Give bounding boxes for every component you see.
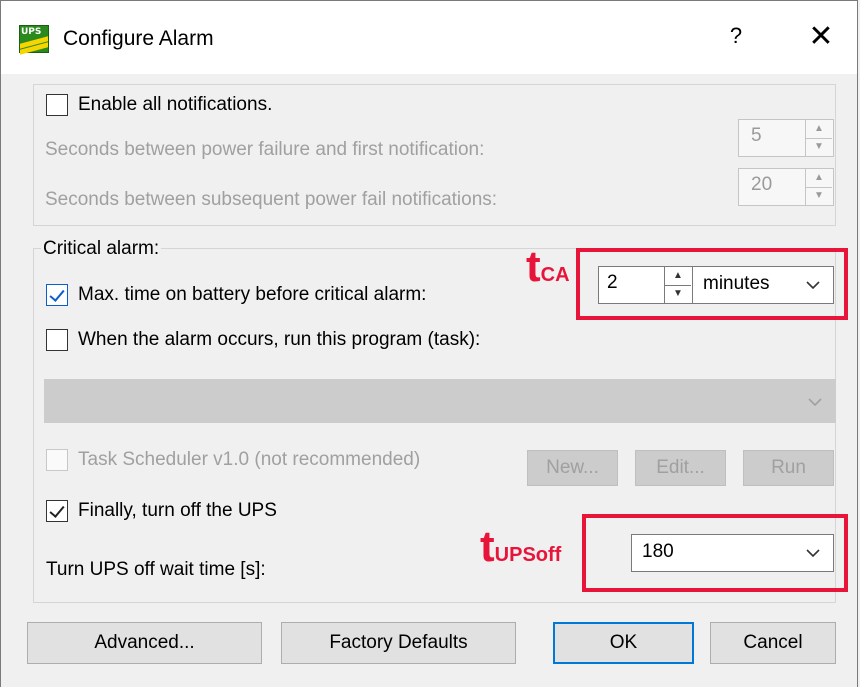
run-program-label: When the alarm occurs, run this program … bbox=[78, 329, 481, 350]
spin-down-icon[interactable]: ▼ bbox=[806, 138, 832, 156]
run-program-checkbox[interactable] bbox=[46, 329, 68, 351]
spin-up-icon[interactable]: ▲ bbox=[806, 120, 832, 139]
first-notification-label: Seconds between power failure and first … bbox=[45, 139, 485, 160]
wait-time-label: Turn UPS off wait time [s]: bbox=[46, 559, 266, 580]
title-bar: UPS Configure Alarm ? ✕ bbox=[0, 0, 858, 74]
tca-sub: CA bbox=[540, 264, 570, 286]
max-time-checkbox[interactable] bbox=[46, 284, 68, 306]
run-button[interactable]: Run bbox=[743, 450, 834, 486]
subsequent-notification-label: Seconds between subsequent power fail no… bbox=[45, 189, 498, 210]
spin-down-icon[interactable]: ▼ bbox=[665, 285, 691, 303]
max-time-value: 2 bbox=[607, 272, 618, 293]
subsequent-notification-spinner[interactable]: 20 ▲ ▼ bbox=[738, 168, 834, 206]
edit-button[interactable]: Edit... bbox=[635, 450, 726, 486]
max-time-unit-select[interactable]: minutes bbox=[692, 266, 834, 304]
enable-notifications-label: Enable all notifications. bbox=[78, 94, 273, 115]
turn-off-ups-checkbox[interactable] bbox=[46, 500, 68, 522]
cancel-button[interactable]: Cancel bbox=[710, 622, 836, 664]
app-icon-text: UPS bbox=[21, 27, 42, 37]
close-icon: ✕ bbox=[808, 20, 834, 53]
new-button[interactable]: New... bbox=[527, 450, 618, 486]
first-notification-value: 5 bbox=[751, 125, 762, 146]
max-time-spinner[interactable]: 2 ▲ ▼ bbox=[598, 266, 693, 304]
enable-notifications-checkbox[interactable] bbox=[46, 94, 68, 116]
program-select[interactable] bbox=[44, 379, 836, 423]
tca-annotation: tCA bbox=[526, 242, 570, 292]
task-scheduler-label: Task Scheduler v1.0 (not recommended) bbox=[78, 449, 421, 470]
subsequent-notification-value: 20 bbox=[751, 174, 773, 195]
task-scheduler-checkbox[interactable] bbox=[46, 449, 68, 471]
spin-down-icon[interactable]: ▼ bbox=[806, 187, 832, 205]
ups-app-icon: UPS bbox=[19, 25, 49, 55]
window-title: Configure Alarm bbox=[63, 27, 214, 50]
first-notification-spinner[interactable]: 5 ▲ ▼ bbox=[738, 119, 834, 157]
wait-time-select[interactable]: 180 bbox=[631, 534, 834, 572]
factory-defaults-button[interactable]: Factory Defaults bbox=[281, 622, 516, 664]
chevron-down-icon bbox=[806, 549, 820, 558]
close-button[interactable]: ✕ bbox=[801, 19, 841, 55]
wait-time-value: 180 bbox=[642, 541, 674, 562]
tupsoff-annotation: tUPSoff bbox=[480, 522, 561, 572]
help-button[interactable]: ? bbox=[721, 23, 751, 53]
tca-main: t bbox=[526, 242, 541, 291]
max-time-label: Max. time on battery before critical ala… bbox=[78, 284, 427, 305]
advanced-button[interactable]: Advanced... bbox=[27, 622, 262, 664]
chevron-down-icon bbox=[806, 281, 820, 290]
spin-up-icon[interactable]: ▲ bbox=[806, 169, 832, 188]
help-icon: ? bbox=[729, 23, 743, 48]
max-time-unit-value: minutes bbox=[703, 273, 770, 294]
critical-alarm-heading: Critical alarm: bbox=[41, 238, 162, 260]
spin-up-icon[interactable]: ▲ bbox=[665, 267, 691, 286]
tupsoff-sub: UPSoff bbox=[494, 544, 562, 566]
tupsoff-main: t bbox=[480, 522, 495, 571]
chevron-down-icon bbox=[808, 398, 822, 407]
turn-off-ups-label: Finally, turn off the UPS bbox=[78, 500, 277, 521]
ok-button[interactable]: OK bbox=[553, 622, 694, 664]
